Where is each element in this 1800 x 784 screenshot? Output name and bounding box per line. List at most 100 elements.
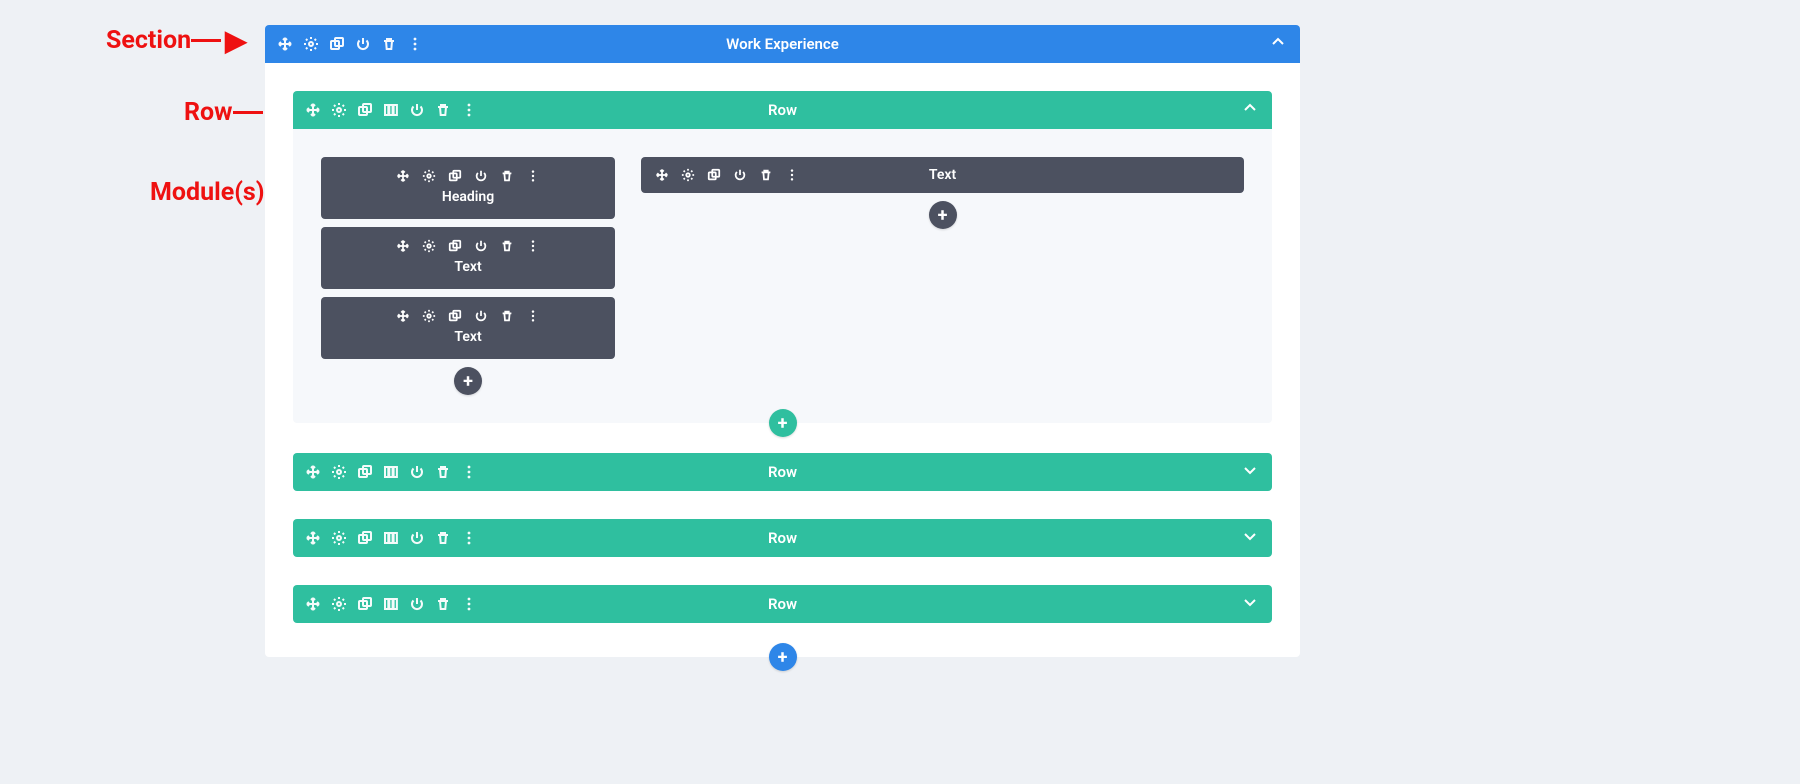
module-toolbar xyxy=(335,239,601,253)
more-icon[interactable] xyxy=(526,309,540,323)
power-icon[interactable] xyxy=(409,102,425,118)
columns-icon[interactable] xyxy=(383,464,399,480)
collapsed-rows: Row Row xyxy=(293,453,1272,623)
section-body: Row Heading xyxy=(265,63,1300,657)
annotation-section-label: Section xyxy=(106,26,191,55)
row-body-1: Heading Text xyxy=(293,129,1272,423)
columns-icon[interactable] xyxy=(383,102,399,118)
module-text[interactable]: Text xyxy=(641,157,1244,193)
module-heading[interactable]: Heading xyxy=(321,157,615,219)
trash-icon[interactable] xyxy=(381,36,397,52)
more-icon[interactable] xyxy=(526,169,540,183)
annotation-section: Section ▶ xyxy=(106,26,245,55)
module-text[interactable]: Text xyxy=(321,227,615,289)
duplicate-icon[interactable] xyxy=(357,530,373,546)
columns-icon[interactable] xyxy=(383,596,399,612)
arrow-line xyxy=(233,111,263,114)
chevron-up-icon[interactable] xyxy=(1270,34,1286,54)
module-text[interactable]: Text xyxy=(321,297,615,359)
more-icon[interactable] xyxy=(461,596,477,612)
move-icon[interactable] xyxy=(305,596,321,612)
move-icon[interactable] xyxy=(305,530,321,546)
column-2: Text + xyxy=(641,157,1244,395)
add-module-button[interactable]: + xyxy=(454,367,482,395)
row-header-2[interactable]: Row xyxy=(293,453,1272,491)
trash-icon[interactable] xyxy=(759,168,773,182)
gear-icon[interactable] xyxy=(331,464,347,480)
duplicate-icon[interactable] xyxy=(448,169,462,183)
more-icon[interactable] xyxy=(526,239,540,253)
row-group-1: Row Heading xyxy=(293,91,1272,423)
duplicate-icon[interactable] xyxy=(707,168,721,182)
row-header-4[interactable]: Row xyxy=(293,585,1272,623)
duplicate-icon[interactable] xyxy=(357,464,373,480)
chevron-up-icon[interactable] xyxy=(1242,100,1258,120)
arrow-right-icon: ▶ xyxy=(225,27,245,55)
move-icon[interactable] xyxy=(396,239,410,253)
gear-icon[interactable] xyxy=(422,239,436,253)
add-module-button[interactable]: + xyxy=(929,201,957,229)
plus-icon: + xyxy=(938,205,948,226)
row-toolbar xyxy=(305,530,477,546)
trash-icon[interactable] xyxy=(435,530,451,546)
section-toolbar xyxy=(277,36,423,52)
gear-icon[interactable] xyxy=(331,596,347,612)
power-icon[interactable] xyxy=(409,464,425,480)
gear-icon[interactable] xyxy=(422,169,436,183)
add-row-button[interactable]: + xyxy=(769,409,797,437)
column-1: Heading Text xyxy=(321,157,615,395)
add-section-button[interactable]: + xyxy=(769,643,797,671)
gear-icon[interactable] xyxy=(681,168,695,182)
gear-icon[interactable] xyxy=(331,530,347,546)
more-icon[interactable] xyxy=(461,102,477,118)
power-icon[interactable] xyxy=(409,530,425,546)
gear-icon[interactable] xyxy=(331,102,347,118)
move-icon[interactable] xyxy=(277,36,293,52)
power-icon[interactable] xyxy=(474,239,488,253)
duplicate-icon[interactable] xyxy=(448,309,462,323)
module-toolbar xyxy=(335,309,601,323)
trash-icon[interactable] xyxy=(435,102,451,118)
move-icon[interactable] xyxy=(655,168,669,182)
power-icon[interactable] xyxy=(733,168,747,182)
plus-icon: + xyxy=(778,647,788,668)
plus-icon: + xyxy=(463,371,473,392)
columns-icon[interactable] xyxy=(383,530,399,546)
module-label: Text xyxy=(335,259,601,275)
power-icon[interactable] xyxy=(409,596,425,612)
row-header-1[interactable]: Row xyxy=(293,91,1272,129)
trash-icon[interactable] xyxy=(500,309,514,323)
more-icon[interactable] xyxy=(461,530,477,546)
annotation-row-label: Row xyxy=(184,98,233,127)
builder-canvas: Work Experience Row xyxy=(265,25,1300,657)
move-icon[interactable] xyxy=(305,464,321,480)
duplicate-icon[interactable] xyxy=(329,36,345,52)
trash-icon[interactable] xyxy=(435,464,451,480)
move-icon[interactable] xyxy=(396,309,410,323)
more-icon[interactable] xyxy=(785,168,799,182)
gear-icon[interactable] xyxy=(303,36,319,52)
row-toolbar xyxy=(305,102,477,118)
chevron-down-icon[interactable] xyxy=(1242,594,1258,614)
plus-icon: + xyxy=(778,413,788,434)
power-icon[interactable] xyxy=(474,309,488,323)
trash-icon[interactable] xyxy=(435,596,451,612)
chevron-down-icon[interactable] xyxy=(1242,528,1258,548)
module-toolbar xyxy=(335,169,601,183)
chevron-down-icon[interactable] xyxy=(1242,462,1258,482)
move-icon[interactable] xyxy=(396,169,410,183)
duplicate-icon[interactable] xyxy=(448,239,462,253)
row-header-3[interactable]: Row xyxy=(293,519,1272,557)
gear-icon[interactable] xyxy=(422,309,436,323)
duplicate-icon[interactable] xyxy=(357,596,373,612)
section-header[interactable]: Work Experience xyxy=(265,25,1300,63)
more-icon[interactable] xyxy=(461,464,477,480)
trash-icon[interactable] xyxy=(500,169,514,183)
more-icon[interactable] xyxy=(407,36,423,52)
trash-icon[interactable] xyxy=(500,239,514,253)
power-icon[interactable] xyxy=(474,169,488,183)
arrow-line xyxy=(191,39,221,42)
power-icon[interactable] xyxy=(355,36,371,52)
duplicate-icon[interactable] xyxy=(357,102,373,118)
move-icon[interactable] xyxy=(305,102,321,118)
